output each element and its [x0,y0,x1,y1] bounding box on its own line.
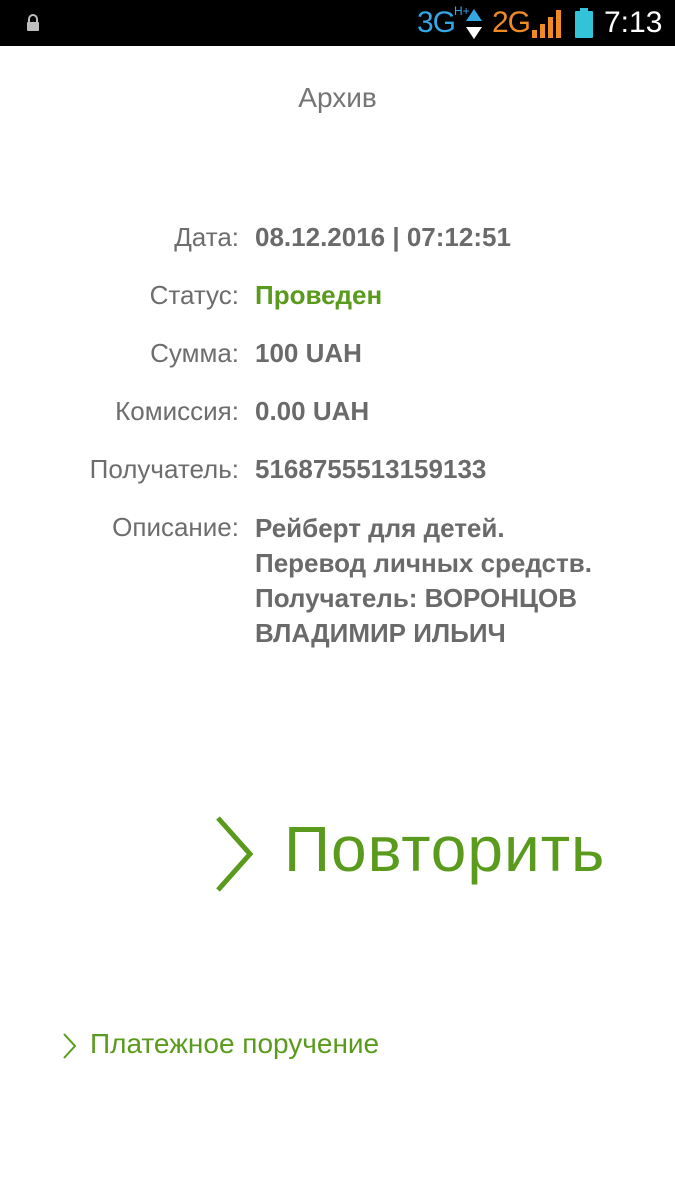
date-label: Дата: [174,222,239,252]
payment-order-link[interactable]: Платежное поручение [60,1026,440,1066]
network-type-primary: 3G [417,6,456,39]
signal-icon [532,10,561,38]
lock-icon [27,14,39,31]
commission-label: Комиссия: [115,396,239,426]
status-bar: 3G H+ 2G 7:13 [0,0,675,46]
network-type-secondary: 2G [492,6,531,39]
status-label: Статус: [149,280,239,310]
battery-icon [575,8,593,38]
status-value: Проведен [255,280,383,310]
repeat-button[interactable]: Повторить [212,812,632,898]
chevron-right-icon [216,816,254,892]
amount-label: Сумма: [150,338,239,368]
chevron-right-icon [63,1033,77,1059]
clock: 7:13 [604,6,663,39]
page-title: Архив [298,82,377,113]
repeat-button-label: Повторить [284,813,606,885]
recipient-value: 5168755513159133 [255,454,487,484]
date-value: 08.12.2016 | 07:12:51 [255,222,511,252]
data-updown-icon [466,9,482,39]
description-label: Описание: [112,512,239,542]
recipient-label: Получатель: [89,454,239,484]
commission-value: 0.00 UAH [255,396,370,426]
amount-value: 100 UAH [255,338,362,368]
payment-order-label: Платежное поручение [90,1028,380,1059]
description-value: Рейберт для детей. Перевод личных средст… [255,513,592,648]
